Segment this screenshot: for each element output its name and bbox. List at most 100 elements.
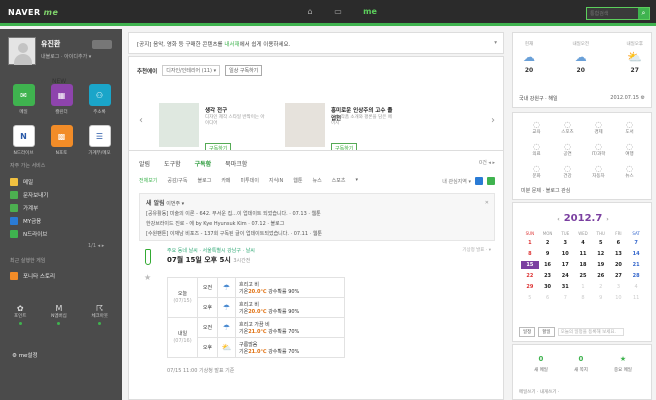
search-input[interactable] [587,8,637,19]
calendar-next-button[interactable]: › [606,216,608,223]
todo-tab[interactable]: 할일 [538,327,555,337]
calendar-day[interactable]: 24 [556,272,574,280]
calendar-day[interactable]: 8 [574,294,592,302]
calendar-day[interactable]: 7 [627,239,645,247]
calendar-day[interactable]: 10 [556,250,574,258]
avatar[interactable] [8,37,36,65]
calendar-day[interactable]: 15 [521,261,539,269]
sidebar-menu-item[interactable]: MY금융 [10,214,114,227]
feed-tab[interactable]: 구독함 [195,159,212,168]
calendar-day[interactable]: 4 [574,239,592,247]
calendar-day[interactable]: 14 [627,250,645,258]
calendar-day[interactable]: 2 [592,283,610,291]
weather-provider[interactable]: 기상청 발표 · ▾ [462,247,491,253]
interest-item[interactable]: ◌ 공연 [552,142,583,157]
app-item[interactable]: NEW ▦ 캘린더 [46,78,77,115]
mail-item[interactable]: ★ 중요 메일 [614,355,632,373]
interest-item[interactable]: ◌ 경제 [583,120,614,135]
app-item[interactable]: ⚇ 주소록 [84,84,115,115]
app-item[interactable]: ▩ N포토 [46,125,77,156]
calendar-day[interactable]: 3 [556,239,574,247]
calendar-day[interactable]: 11 [627,294,645,302]
app-item[interactable]: ✉ 메일 [8,84,39,115]
calendar-day[interactable]: 22 [521,272,539,280]
calendar-day[interactable]: 20 [610,261,628,269]
app-icon[interactable]: ▦ [50,84,73,106]
interest-item[interactable]: ◌ 스포츠 [552,120,583,135]
sidebar-menu-item[interactable]: 문자보내기 [10,188,114,201]
feed-tab[interactable]: 북마크함 [225,159,247,168]
calendar-day[interactable]: 19 [592,261,610,269]
sidebar-menu-item[interactable]: 가계부 [10,201,114,214]
calendar-day[interactable]: 11 [574,250,592,258]
calendar-day[interactable]: 28 [627,272,645,280]
calendar-day[interactable]: 29 [521,283,539,291]
game-item[interactable]: 포니타 스토리 [10,269,114,282]
feed-subtab[interactable]: 미투데이 [241,177,259,184]
subscribe-all-button[interactable]: 일상 구독하기 [225,65,263,76]
schedule-tab[interactable]: 일정 [519,327,536,337]
notice-link[interactable]: 내서재 [224,42,239,48]
calendar-day[interactable]: 17 [556,261,574,269]
calendar-day[interactable]: 18 [574,261,592,269]
card-title[interactable]: 생각 전구 [205,106,227,114]
notice-arrow-icon[interactable]: ▾ [494,40,497,46]
mail-item[interactable]: 0 새 쪽지 [574,355,588,373]
profile-toggle[interactable] [92,40,112,49]
menu-pager[interactable]: 1/1 ◂ ▸ [88,243,104,249]
close-icon[interactable]: ✕ [485,198,489,208]
feed-count[interactable]: 0건 ◂ ▸ [479,159,495,166]
calendar-day[interactable]: 1 [574,283,592,291]
feed-subtab[interactable]: ▾ [355,177,358,184]
app-icon[interactable]: ✉ [12,84,35,106]
interest-item[interactable]: ◌ 건강 [552,164,583,179]
interest-item[interactable]: ◌ 교육 [521,120,552,135]
app-item[interactable]: N N드라이브 [8,125,39,156]
me-setting-link[interactable]: ⚙ me설정 [12,351,38,359]
feed-subtab[interactable]: 전체보기 [139,177,157,184]
calendar-day[interactable]: 26 [592,272,610,280]
profile-links[interactable]: 내블로그 · 아이디추가 ▾ [41,53,91,60]
sidebar-menu-item[interactable]: N드라이브 [10,227,114,240]
calendar-day[interactable]: 25 [574,272,592,280]
window-icon[interactable]: ▭ [332,7,344,17]
calendar-prev-button[interactable]: ‹ [557,216,559,223]
calendar-day[interactable]: 16 [539,261,557,269]
twitter-icon[interactable] [487,177,495,185]
app-icon[interactable]: ☰ [88,125,111,147]
alarm-item[interactable]: 한강브라이드 진로 - 에 by Kye Hyunsuk Kim · 07.12… [146,219,488,229]
sidebar-menu-item[interactable]: 메일 [10,175,114,188]
weather-region[interactable]: 국내 강원구 · 해일 [519,95,558,102]
calendar-day[interactable]: 5 [592,239,610,247]
calendar-day[interactable]: 9 [539,250,557,258]
calendar-day[interactable]: 6 [610,239,628,247]
interest-item[interactable]: ◌ 여행 [614,142,645,157]
next-arrow-icon[interactable]: › [491,115,495,126]
calendar-day[interactable]: 8 [521,250,539,258]
feed-subtab[interactable]: 스포츠 [332,177,346,184]
interest-item[interactable]: ◌ IT/과학 [583,142,614,157]
home-icon[interactable]: ⌂ [304,7,316,17]
feed-tab[interactable]: 도구함 [164,159,181,168]
card-thumbnail[interactable] [285,103,325,147]
interest-item[interactable]: ◌ 문화 [521,164,552,179]
schedule-input[interactable]: 오늘의 일정을 등록해 보세요. [557,328,624,336]
calendar-day[interactable]: 23 [539,272,557,280]
me-tab[interactable]: me [360,7,380,17]
feed-subtab[interactable]: 지식iN [269,177,283,184]
star-icon[interactable]: ★ [144,273,151,282]
mail-item[interactable]: 0 새 메일 [534,355,548,373]
interest-item[interactable]: ◌ 도서 [614,120,645,135]
calendar-day[interactable]: 31 [556,283,574,291]
calendar-day[interactable]: 5 [521,294,539,302]
feed-subtab[interactable]: 카페 [221,177,230,184]
feed-tab[interactable]: 알림 [139,159,150,168]
calendar-day[interactable]: 27 [610,272,628,280]
calendar-day[interactable]: 2 [539,239,557,247]
calendar-day[interactable]: 12 [592,250,610,258]
region-select[interactable]: 내 관심지역 ▾ [442,178,471,185]
feed-subtab[interactable]: 블로그 [198,177,212,184]
app-icon[interactable]: ▩ [50,125,73,147]
calendar-day[interactable]: 7 [556,294,574,302]
app-item[interactable]: ☰ 가계부/메모 [84,125,115,156]
